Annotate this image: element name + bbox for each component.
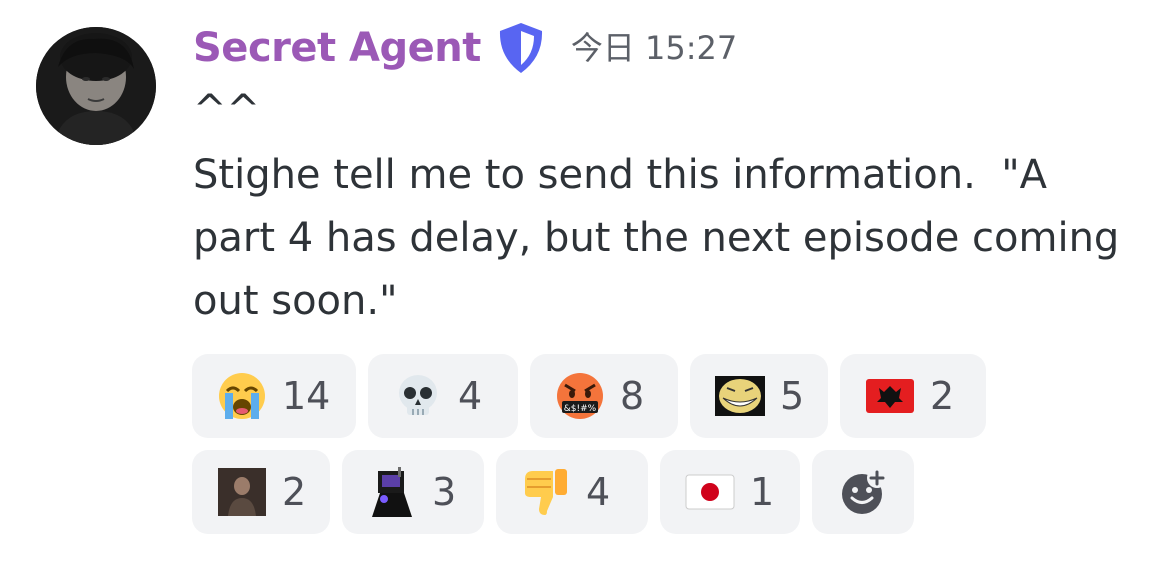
- reaction-count: 2: [282, 470, 307, 514]
- username[interactable]: Secret Agent: [193, 28, 481, 68]
- custom-person-icon: [216, 466, 268, 518]
- loudly-crying-face-icon: [216, 370, 268, 422]
- face-with-symbols-icon: &$!#%: [554, 370, 606, 422]
- reaction-custom-person[interactable]: 2: [192, 450, 330, 534]
- reaction-symbols-face[interactable]: &$!#% 8: [530, 354, 678, 438]
- shield-icon[interactable]: [495, 22, 547, 74]
- reaction-custom-trollface[interactable]: 5: [690, 354, 828, 438]
- skull-icon: [392, 370, 444, 422]
- reaction-count: 4: [458, 374, 483, 418]
- reaction-thumbs-down[interactable]: 4: [496, 450, 648, 534]
- reaction-count: 1: [750, 470, 775, 514]
- add-reaction-icon: [837, 466, 889, 518]
- message-line: ^^: [193, 87, 261, 133]
- avatar-image: [36, 27, 156, 145]
- reaction-count: 8: [620, 374, 645, 418]
- reaction-count: 5: [780, 374, 805, 418]
- reaction-count: 4: [586, 470, 611, 514]
- reaction-count: 2: [930, 374, 955, 418]
- timestamp: 今日 15:27: [570, 29, 738, 67]
- reaction-albania-flag[interactable]: 2: [840, 354, 986, 438]
- svg-text:&$!#%: &$!#%: [564, 404, 597, 414]
- reaction-count: 14: [282, 374, 331, 418]
- custom-character-icon: [366, 466, 418, 518]
- add-reaction-button[interactable]: [812, 450, 914, 534]
- japan-flag-icon: [684, 466, 736, 518]
- reactions-row: 2 3 4 1: [192, 450, 926, 534]
- reaction-skull[interactable]: 4: [368, 354, 518, 438]
- reaction-loudly-crying[interactable]: 14: [192, 354, 356, 438]
- albania-flag-icon: [864, 370, 916, 422]
- message-line: out soon.": [193, 278, 398, 324]
- message-line: Stighe tell me to send this information.…: [193, 152, 1048, 198]
- reaction-count: 3: [432, 470, 457, 514]
- custom-trollface-icon: [714, 370, 766, 422]
- message-line: part 4 has delay, but the next episode c…: [193, 215, 1120, 261]
- reaction-custom-character[interactable]: 3: [342, 450, 484, 534]
- reaction-japan-flag[interactable]: 1: [660, 450, 800, 534]
- thumbs-down-icon: [520, 466, 572, 518]
- reactions-row: 14 4 &$!#% 8 5 2: [192, 354, 998, 438]
- message-header: Secret Agent 今日 15:27: [193, 18, 737, 78]
- avatar[interactable]: [36, 27, 156, 145]
